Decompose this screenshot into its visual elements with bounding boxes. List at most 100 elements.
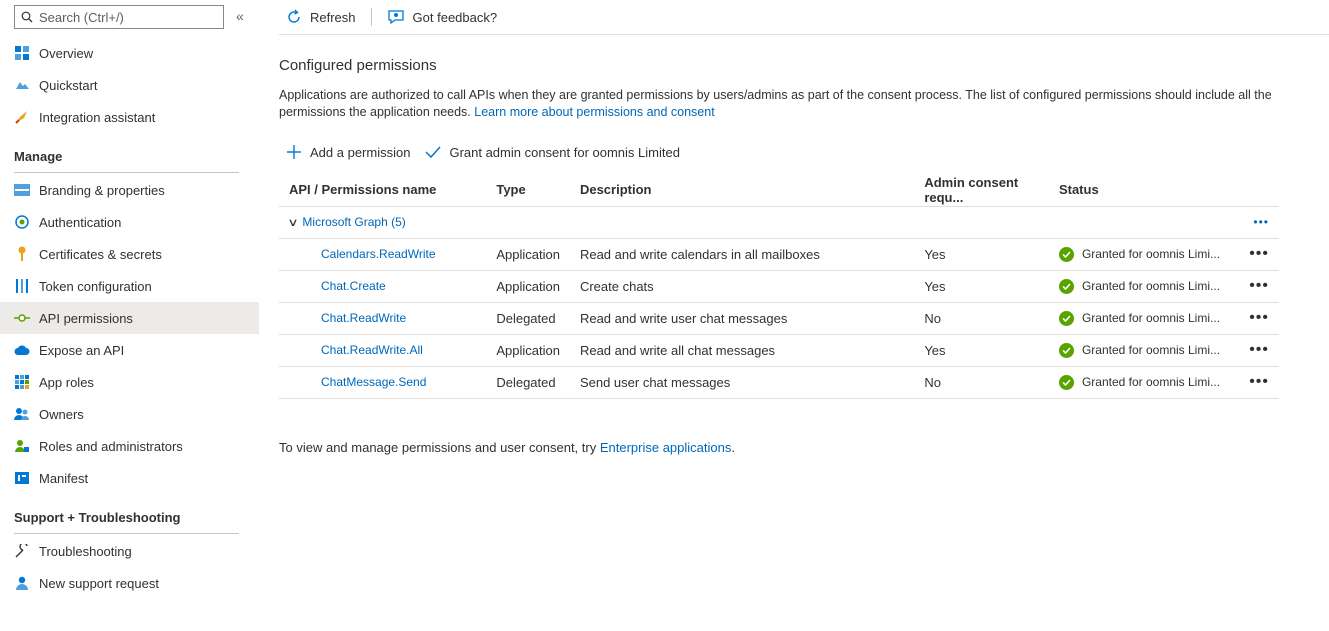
sidebar-item-label: Branding & properties: [39, 182, 165, 198]
sidebar-item-expose-api[interactable]: Expose an API: [0, 334, 259, 366]
sidebar-item-certificates[interactable]: Certificates & secrets: [0, 238, 259, 270]
sidebar-item-overview[interactable]: Overview: [0, 37, 259, 69]
grant-admin-consent-button[interactable]: Grant admin consent for oomnis Limited: [425, 145, 680, 160]
check-circle-icon: [1058, 246, 1074, 262]
more-options-icon[interactable]: •••: [1230, 238, 1279, 271]
column-header-status[interactable]: Status: [1048, 174, 1231, 207]
permission-description: Send user chat messages: [569, 366, 915, 399]
main-content: Refresh Got feedback? Configured permiss…: [279, 0, 1329, 631]
chevron-down-icon[interactable]: ∨: [287, 216, 298, 229]
table-row: Chat.ReadWrite Delegated Read and write …: [279, 302, 1279, 335]
more-options-icon[interactable]: •••: [1230, 270, 1279, 303]
sidebar-item-integration-assistant[interactable]: Integration assistant: [0, 101, 259, 133]
column-header-actions: [1230, 174, 1279, 207]
add-permission-button[interactable]: Add a permission: [286, 144, 410, 160]
table-header-row: API / Permissions name Type Description …: [279, 174, 1279, 207]
permission-name-link[interactable]: Chat.Create: [279, 270, 487, 303]
cloud-icon: [14, 342, 30, 358]
search-input[interactable]: Search (Ctrl+/): [14, 5, 224, 29]
sidebar-item-label: Integration assistant: [39, 109, 156, 125]
status-text: Granted for oomnis Limi...: [1081, 247, 1221, 261]
refresh-label: Refresh: [310, 9, 356, 25]
permission-description: Read and write user chat messages: [569, 302, 915, 335]
page-title: Configured permissions: [279, 57, 437, 74]
sidebar-item-quickstart[interactable]: Quickstart: [0, 69, 259, 101]
support-heading: Support + Troubleshooting: [14, 510, 239, 534]
table-row: ChatMessage.Send Delegated Send user cha…: [279, 366, 1279, 399]
permission-type: Application: [486, 270, 570, 303]
plus-icon: [287, 145, 301, 159]
rocket-icon: [14, 109, 30, 125]
footer-text: To view and manage permissions and user …: [279, 440, 600, 455]
sidebar-item-app-roles[interactable]: App roles: [0, 366, 259, 398]
column-header-type[interactable]: Type: [486, 174, 570, 207]
more-options-icon[interactable]: •••: [1230, 334, 1279, 367]
sidebar-item-roles-administrators[interactable]: Roles and administrators: [0, 430, 259, 462]
quickstart-icon: [14, 77, 30, 93]
wrench-icon: [14, 543, 30, 559]
page-description: Applications are authorized to call APIs…: [279, 87, 1279, 121]
sidebar-item-label: Certificates & secrets: [39, 246, 162, 262]
refresh-icon: [288, 9, 300, 23]
permission-type: Delegated: [486, 366, 570, 399]
enterprise-applications-link[interactable]: Enterprise applications: [600, 440, 732, 455]
admin-consent-value: Yes: [914, 334, 1049, 367]
sidebar-item-branding[interactable]: Branding & properties: [0, 174, 259, 206]
more-options-icon[interactable]: •••: [1230, 366, 1279, 399]
sidebar-item-label: Quickstart: [39, 77, 98, 93]
overview-icon: [14, 45, 30, 61]
toolbar-divider: [370, 8, 372, 26]
search-icon: [21, 11, 33, 23]
branding-icon: [14, 182, 30, 198]
permission-name-link[interactable]: Chat.ReadWrite: [279, 302, 487, 335]
sidebar-item-api-permissions[interactable]: API permissions: [0, 302, 259, 334]
status-text: Granted for oomnis Limi...: [1081, 375, 1221, 389]
group-label[interactable]: Microsoft Graph (5): [302, 215, 405, 229]
feedback-button[interactable]: Got feedback?: [387, 9, 497, 25]
column-header-name[interactable]: API / Permissions name: [279, 174, 487, 207]
status-cell: Granted for oomnis Limi...: [1048, 302, 1231, 335]
column-header-description[interactable]: Description: [569, 174, 915, 207]
admin-consent-value: No: [914, 302, 1049, 335]
sidebar-item-label: Roles and administrators: [39, 438, 183, 454]
more-options-icon[interactable]: •••: [1230, 206, 1279, 239]
group-row-microsoft-graph[interactable]: ∨ Microsoft Graph (5) •••: [279, 206, 1279, 239]
sidebar-item-new-support-request[interactable]: New support request: [0, 567, 259, 599]
app-roles-icon: [14, 374, 30, 390]
status-text: Granted for oomnis Limi...: [1081, 343, 1221, 357]
permission-description: Create chats: [569, 270, 915, 303]
check-circle-icon: [1058, 278, 1074, 294]
key-icon: [14, 246, 30, 262]
owners-icon: [14, 406, 30, 422]
sidebar-item-label: Owners: [39, 406, 84, 422]
permission-name-link[interactable]: ChatMessage.Send: [279, 366, 487, 399]
permission-description: Read and write all chat messages: [569, 334, 915, 367]
toolbar: Refresh Got feedback?: [279, 0, 1329, 35]
refresh-button[interactable]: Refresh: [286, 9, 356, 25]
status-text: Granted for oomnis Limi...: [1081, 311, 1221, 325]
collapse-sidebar-button[interactable]: «: [236, 8, 244, 24]
admin-consent-value: No: [914, 366, 1049, 399]
permission-description: Read and write calendars in all mailboxe…: [569, 238, 915, 271]
sidebar-item-troubleshooting[interactable]: Troubleshooting: [0, 535, 259, 567]
status-text: Granted for oomnis Limi...: [1081, 279, 1221, 293]
sidebar-item-manifest[interactable]: Manifest: [0, 462, 259, 494]
status-cell: Granted for oomnis Limi...: [1048, 334, 1231, 367]
permission-type: Application: [486, 238, 570, 271]
add-permission-label: Add a permission: [310, 144, 411, 160]
more-options-icon[interactable]: •••: [1230, 302, 1279, 335]
permission-name-link[interactable]: Chat.ReadWrite.All: [279, 334, 487, 367]
checkmark-icon: [425, 146, 442, 159]
column-header-admin-consent[interactable]: Admin consent requ...: [914, 174, 1049, 207]
check-circle-icon: [1058, 342, 1074, 358]
sidebar-item-token-configuration[interactable]: Token configuration: [0, 270, 259, 302]
permission-type: Application: [486, 334, 570, 367]
sidebar-item-owners[interactable]: Owners: [0, 398, 259, 430]
support-icon: [14, 575, 30, 591]
table-row: Chat.ReadWrite.All Application Read and …: [279, 334, 1279, 367]
sidebar-item-authentication[interactable]: Authentication: [0, 206, 259, 238]
permission-name-link[interactable]: Calendars.ReadWrite: [279, 238, 487, 271]
grant-consent-label: Grant admin consent for oomnis Limited: [449, 144, 680, 160]
permission-type: Delegated: [486, 302, 570, 335]
learn-more-link[interactable]: Learn more about permissions and consent: [474, 105, 714, 119]
